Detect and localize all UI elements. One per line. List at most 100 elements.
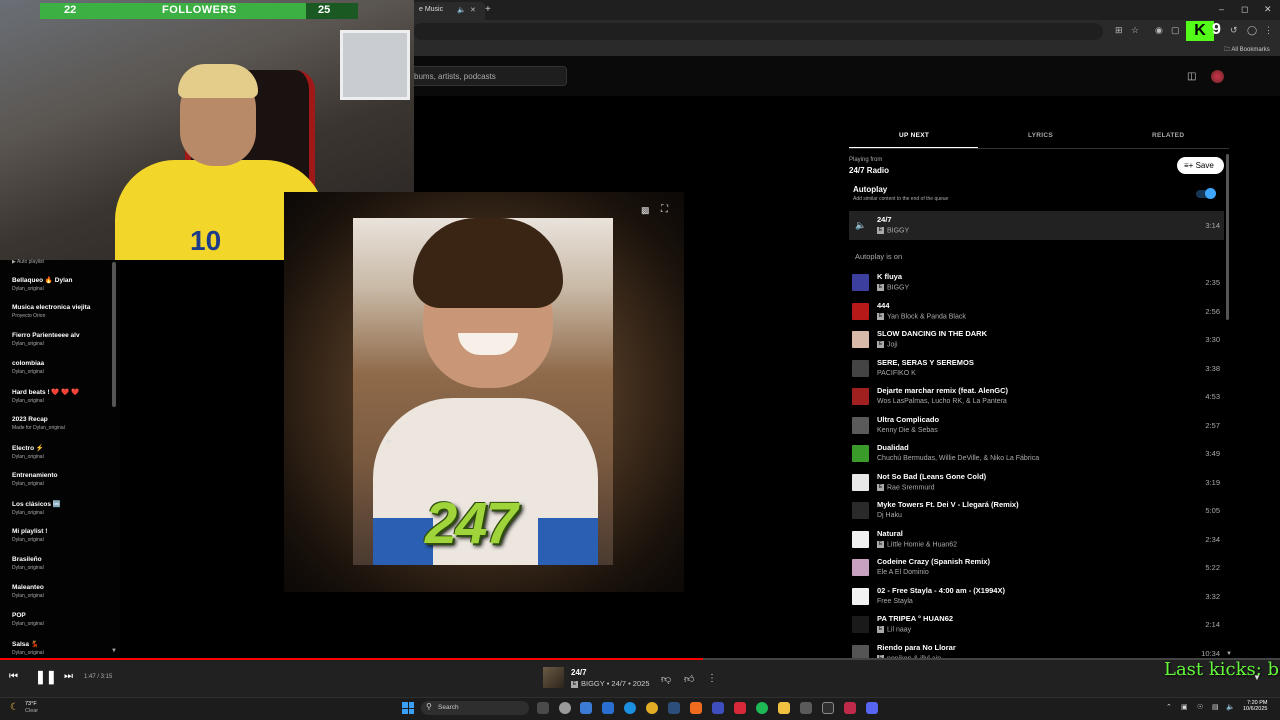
now-playing-subtitle[interactable]: E BIGGY • 24/7 • 2025 xyxy=(571,679,650,688)
sidebar-playlist-item[interactable]: POP Dylan_original xyxy=(12,612,112,627)
obs-icon[interactable] xyxy=(822,702,834,714)
queue-item[interactable]: SLOW DANCING IN THE DARK E Joji 3:30 xyxy=(849,327,1224,355)
sidebar-playlist-item[interactable]: 2023 Recap Made for Dylan_original xyxy=(12,416,112,431)
profile-icon[interactable]: ◯ xyxy=(1247,25,1257,36)
tray-overflow-icon[interactable]: ⌃ xyxy=(1166,703,1172,711)
sidebar-scrollbar[interactable] xyxy=(112,262,116,407)
now-playing-title[interactable]: 24/7 xyxy=(571,668,587,677)
more-options-icon[interactable]: ⋮ xyxy=(707,673,717,684)
autoplay-toggle-knob[interactable] xyxy=(1205,188,1216,199)
sidebar-playlist-item[interactable]: Musica electronica viejita Proyecto Orion xyxy=(12,304,112,319)
queue-thumbnail[interactable] xyxy=(852,530,869,548)
playing-from-title[interactable]: 24/7 Radio xyxy=(849,166,889,175)
minimize-icon[interactable]: – xyxy=(1219,4,1224,14)
sidebar-playlist-item[interactable]: Mi playlist ! Dylan_original xyxy=(12,528,112,543)
widgets-icon[interactable] xyxy=(559,702,571,714)
queue-thumbnail[interactable] xyxy=(852,331,869,348)
sidebar-playlist-item[interactable]: Bellaqueo 🔥 Dylan Dylan_original xyxy=(12,276,112,292)
store-icon[interactable] xyxy=(602,702,614,714)
tray-mic-icon[interactable]: ☉ xyxy=(1197,703,1203,711)
copilot-icon[interactable] xyxy=(580,702,592,714)
maximize-icon[interactable]: ◻ xyxy=(1241,4,1248,15)
queue-item[interactable]: SERE, SERAS Y SEREMOS PACIFIKO K 3:38 xyxy=(849,356,1224,384)
tray-volume-icon[interactable]: 🔈 xyxy=(1226,703,1235,711)
queue-item[interactable]: K fluya E BIGGY 2:35 xyxy=(849,270,1224,298)
current-track[interactable]: 24/7 E BIGGY 3:14 xyxy=(849,213,1224,241)
file-explorer-icon[interactable] xyxy=(778,702,790,714)
tab-close-icon[interactable]: ✕ xyxy=(470,6,476,14)
tab-up-next[interactable]: UP NEXT xyxy=(899,132,929,139)
queue-item[interactable]: 444 E Yan Block & Panda Black 2:56 xyxy=(849,299,1224,327)
fullscreen-icon[interactable]: ⛶ xyxy=(661,204,668,215)
sidebar-playlist-item[interactable]: Entrenamiento Dylan_original xyxy=(12,472,112,487)
new-tab-button[interactable]: + xyxy=(485,4,491,15)
sidebar-playlist-item[interactable]: Maleanteo Dylan_original xyxy=(12,584,112,599)
tab-lyrics[interactable]: LYRICS xyxy=(1028,132,1053,139)
scroll-down-icon[interactable]: ▼ xyxy=(111,648,117,654)
extension-icon-2[interactable]: ▢ xyxy=(1171,25,1180,36)
bookmark-star-icon[interactable]: ☆ xyxy=(1131,25,1139,36)
chrome-icon[interactable] xyxy=(646,702,658,714)
queue-item[interactable]: Natural E Little Homie & Huan62 2:34 xyxy=(849,527,1224,555)
queue-item[interactable]: Dejarte marchar remix (feat. AlenGC) Wos … xyxy=(849,384,1224,412)
queue-item[interactable]: 02 - Free Stayla - 4:00 am - (X1994X) Fre… xyxy=(849,584,1224,612)
progress-fill[interactable] xyxy=(0,658,703,660)
app-icon-orange[interactable] xyxy=(690,702,702,714)
spotify-icon[interactable] xyxy=(756,702,768,714)
next-track-icon[interactable]: ⏭ xyxy=(64,671,73,682)
menu-icon[interactable]: ⋮ xyxy=(1264,25,1273,36)
sidebar-playlist-item[interactable]: Electro ⚡ Dylan_original xyxy=(12,444,112,460)
queue-scroll-down-icon[interactable]: ▼ xyxy=(1226,651,1232,657)
queue-thumbnail[interactable] xyxy=(852,502,869,519)
queue-thumbnail[interactable] xyxy=(852,416,869,434)
extension-icon[interactable]: ◉ xyxy=(1155,25,1163,36)
sidebar-playlist-item[interactable]: Brasileño Dylan_original xyxy=(12,556,112,571)
queue-item[interactable]: Ultra Complicado Kenny Die & Sebas 2:57 xyxy=(849,413,1224,441)
player-expand-icon[interactable]: ▼ xyxy=(1253,673,1261,682)
miniplayer-icon[interactable]: ▩ xyxy=(641,205,650,216)
taskbar-clock[interactable]: 7:20 PM 10/6/2025 xyxy=(1243,700,1267,712)
weather-temp[interactable]: 73°F xyxy=(25,701,37,707)
queue-item[interactable]: Myke Towers Ft. Dei V - Llegará (Remix) D… xyxy=(849,498,1224,526)
app-icon-pink[interactable] xyxy=(844,702,856,714)
queue-item[interactable]: Dualidad Chuchú Bermudas, Willie DeVille,… xyxy=(849,441,1224,469)
weather-moon-icon[interactable]: ☾ xyxy=(10,702,19,713)
queue-item[interactable]: Codeine Crazy (Spanish Remix) Ele A El Do… xyxy=(849,555,1224,583)
start-windows-icon[interactable] xyxy=(402,702,414,714)
queue-thumbnail[interactable] xyxy=(852,559,869,576)
discord-icon[interactable] xyxy=(866,702,878,714)
sidebar-playlist-item[interactable]: Los clásicos 🆒 Dylan_original xyxy=(12,500,112,516)
tray-network-icon[interactable]: ▤ xyxy=(1212,703,1219,711)
task-view-icon[interactable] xyxy=(537,702,549,714)
browser-tab-ytmusic[interactable]: e Music 🔈 ✕ xyxy=(413,2,485,20)
pause-icon[interactable]: ❚❚ xyxy=(35,669,57,685)
queue-thumbnail[interactable] xyxy=(852,473,869,491)
queue-thumbnail[interactable] xyxy=(852,359,869,377)
sidebar-playlist-item[interactable]: Salsa 💃 Dylan_original xyxy=(12,640,112,656)
all-bookmarks-link[interactable]: 🗀 All Bookmarks xyxy=(1224,45,1270,55)
avatar[interactable] xyxy=(1211,70,1224,83)
app-icon-red[interactable] xyxy=(734,702,746,714)
queue-item[interactable]: Not So Bad (Leans Gone Cold) E Rae Sremmur… xyxy=(849,470,1224,498)
dislike-icon[interactable]: 👎︎ xyxy=(661,673,671,685)
cast-icon[interactable]: ◫ xyxy=(1187,71,1196,82)
tray-app-icon[interactable]: ▣ xyxy=(1181,703,1188,711)
queue-thumbnail[interactable] xyxy=(852,302,869,320)
save-queue-button[interactable]: ≡+ Save xyxy=(1177,157,1224,174)
queue-item[interactable]: PA TRIPEA ° HUAN62 E Lil naay 2:14 xyxy=(849,612,1224,640)
queue-thumbnail[interactable] xyxy=(852,388,869,405)
app-icon-gray[interactable] xyxy=(800,702,812,714)
edge-icon[interactable] xyxy=(624,702,636,714)
queue-thumbnail[interactable] xyxy=(852,274,869,291)
steam-icon[interactable] xyxy=(668,702,680,714)
previous-track-icon[interactable]: ⏮ xyxy=(9,671,18,682)
now-playing-thumbnail[interactable] xyxy=(543,667,564,688)
like-icon[interactable]: 👍︎ xyxy=(684,673,694,685)
queue-thumbnail[interactable] xyxy=(852,445,869,462)
weather-desc[interactable]: Clear xyxy=(25,708,38,714)
queue-thumbnail[interactable] xyxy=(852,587,869,605)
tab-related[interactable]: RELATED xyxy=(1152,132,1184,139)
address-bar[interactable] xyxy=(413,23,1103,40)
sidebar-playlist-item[interactable]: colombiaa Dylan_original xyxy=(12,360,112,375)
extension-icon-3[interactable]: ↺ xyxy=(1230,25,1238,36)
